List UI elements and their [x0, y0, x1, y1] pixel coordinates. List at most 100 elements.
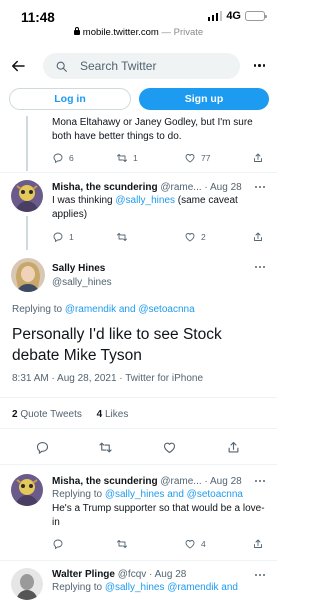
focused-tweet: Sally Hines @sally_hines Replying to @ra…: [0, 254, 277, 465]
quote-tweets-link[interactable]: 2 Quote Tweets: [12, 409, 82, 420]
top-nav: Search Twitter: [0, 48, 277, 84]
tweet[interactable]: Mona Eltahawy or Janey Godley, but I'm s…: [0, 116, 277, 171]
reply-icon[interactable]: [35, 440, 50, 455]
replying-to: Replying to @ramendik and @setoacnna: [12, 304, 195, 315]
status-bar: 11:48 4G: [0, 0, 277, 30]
reply-icon: [52, 538, 64, 550]
url-text: mobile.twitter.com: [82, 27, 159, 38]
avatar[interactable]: [11, 474, 43, 506]
user-handle[interactable]: @rame...: [160, 476, 201, 487]
tweet-actions: 1 2: [52, 231, 267, 245]
reply-button[interactable]: [52, 538, 69, 550]
avatar[interactable]: [11, 568, 43, 600]
lock-icon: [73, 27, 80, 35]
retweet-icon: [116, 538, 128, 550]
likes-link[interactable]: 4 Likes: [97, 409, 129, 420]
browser-url-bar[interactable]: mobile.twitter.com — Private: [0, 27, 277, 45]
reply-button[interactable]: 6: [52, 152, 74, 164]
divider: [0, 560, 277, 561]
tweet-header: Misha, the scundering @rame... · Aug 28: [52, 476, 242, 487]
share-icon: [252, 231, 264, 243]
tweet-text: I was thinking @sally_hines (same caveat: [52, 195, 238, 206]
tweet-date[interactable]: Aug 28: [155, 569, 187, 580]
status-indicators: 4G: [207, 10, 267, 22]
like-icon[interactable]: [162, 440, 177, 455]
tweet-text-line: in: [52, 517, 60, 528]
like-button[interactable]: 4: [184, 538, 206, 550]
retweet-icon: [116, 231, 128, 243]
login-button[interactable]: Log in: [9, 88, 131, 110]
user-handle[interactable]: @sally_hines: [52, 277, 112, 288]
tweet-text-line: He's a Trump supporter so that would be …: [52, 503, 265, 514]
replying-to-link[interactable]: @sally_hines @ramendik and: [105, 582, 238, 593]
more-dots-icon[interactable]: [255, 574, 265, 576]
more-dots-icon[interactable]: [255, 266, 265, 268]
share-icon: [252, 538, 264, 550]
thread-line: [26, 116, 28, 171]
share-button[interactable]: [252, 538, 264, 550]
share-icon[interactable]: [226, 440, 241, 455]
display-name[interactable]: Walter Plinge: [52, 569, 115, 580]
share-button[interactable]: [252, 231, 264, 243]
tweet[interactable]: Misha, the scundering @rame... · Aug 28 …: [0, 176, 277, 250]
retweet-icon: [116, 152, 128, 164]
signal-icon: [207, 11, 223, 21]
network-label: 4G: [226, 10, 241, 22]
more-dots-icon[interactable]: [255, 480, 265, 482]
signup-button[interactable]: Sign up: [139, 88, 269, 110]
replying-to-link[interactable]: @ramendik and @setoacnna: [65, 304, 195, 315]
tweet-date[interactable]: Aug 28: [210, 476, 242, 487]
share-icon: [252, 152, 264, 164]
back-arrow-icon[interactable]: [9, 57, 27, 75]
tweet-text-line: applies): [52, 209, 88, 220]
reply-icon: [52, 152, 64, 164]
tweet-text: Personally I'd like to see Stock debate …: [12, 326, 222, 364]
tweet[interactable]: Misha, the scundering @rame... · Aug 28 …: [0, 472, 277, 556]
tweet-actions: 4: [52, 538, 267, 552]
search-input[interactable]: Search Twitter: [43, 53, 240, 79]
tweet-header: Walter Plinge @fcqv · Aug 28: [52, 569, 187, 580]
tweet-actions: 6 1 77: [52, 152, 267, 166]
more-dots-icon[interactable]: [255, 186, 265, 188]
reply-icon: [52, 231, 64, 243]
share-button[interactable]: [252, 152, 264, 164]
tweet-actions: [0, 438, 277, 458]
user-handle[interactable]: @rame...: [160, 182, 201, 193]
replying-to-link[interactable]: @sally_hines and @setoacnna: [105, 489, 243, 500]
like-button[interactable]: 2: [184, 231, 206, 243]
like-icon: [184, 231, 196, 243]
retweet-icon[interactable]: [98, 440, 113, 455]
tweet[interactable]: Walter Plinge @fcqv · Aug 28 Replying to…: [0, 566, 277, 600]
like-icon: [184, 152, 196, 164]
retweet-button[interactable]: [116, 538, 133, 550]
avatar[interactable]: [11, 258, 45, 292]
replying-to: Replying to @sally_hines and @setoacnna: [52, 489, 243, 500]
user-handle[interactable]: @fcqv: [118, 569, 147, 580]
tweet-header: Misha, the scundering @rame... · Aug 28: [52, 182, 242, 193]
display-name[interactable]: Sally Hines: [52, 263, 105, 274]
divider: [0, 397, 277, 398]
retweet-button[interactable]: 1: [116, 152, 138, 164]
private-label: — Private: [161, 27, 204, 38]
divider: [0, 464, 277, 465]
divider: [0, 172, 277, 173]
thread-line: [26, 216, 28, 250]
like-icon: [184, 538, 196, 550]
divider: [0, 428, 277, 429]
avatar[interactable]: [11, 180, 43, 212]
search-icon: [56, 61, 67, 72]
display-name[interactable]: Misha, the scundering: [52, 182, 158, 193]
auth-bar: Log in Sign up: [0, 86, 277, 116]
battery-icon: [245, 11, 267, 21]
display-name[interactable]: Misha, the scundering: [52, 476, 158, 487]
reply-button[interactable]: 1: [52, 231, 74, 243]
tweet-stats: 2 Quote Tweets 4 Likes: [12, 409, 128, 420]
more-dots-icon[interactable]: [253, 64, 265, 67]
mention-link[interactable]: @sally_hines: [115, 195, 175, 206]
like-button[interactable]: 77: [184, 152, 210, 164]
tweet-date[interactable]: Aug 28: [210, 182, 242, 193]
retweet-button[interactable]: [116, 231, 133, 243]
replying-to: Replying to @sally_hines @ramendik and: [52, 582, 238, 593]
tweet-timestamp[interactable]: 8:31 AM · Aug 28, 2021 · Twitter for iPh…: [12, 373, 203, 384]
tweet-text-line: both have better things to do.: [52, 131, 182, 142]
